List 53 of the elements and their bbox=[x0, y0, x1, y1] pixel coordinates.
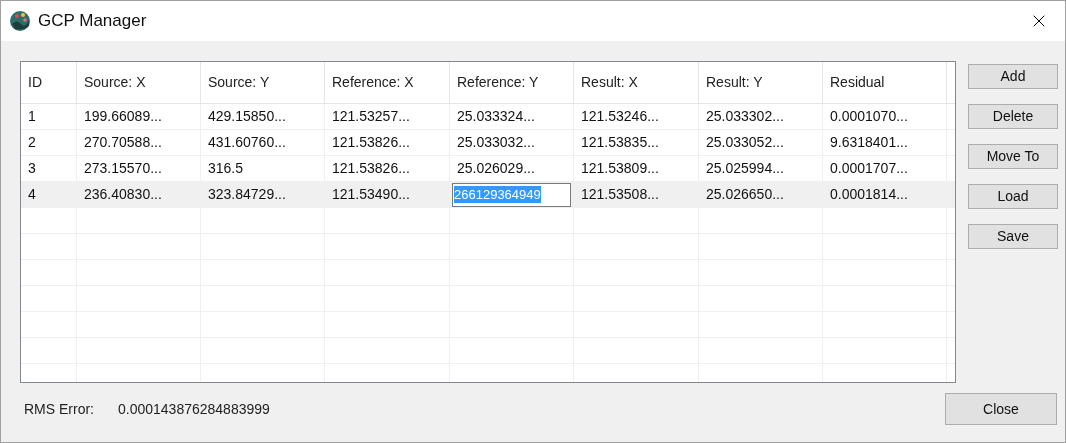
action-button[interactable]: Save bbox=[968, 224, 1058, 249]
action-button[interactable]: Delete bbox=[968, 104, 1058, 129]
table-cell-text: 0.0001814... bbox=[829, 185, 908, 204]
table-cell-text: 25.033052... bbox=[705, 133, 784, 152]
rms-label: RMS Error: bbox=[24, 399, 94, 419]
column-header[interactable]: Reference: Y bbox=[450, 62, 574, 103]
table-cell-text: 273.15570... bbox=[83, 159, 162, 178]
table-cell-text: 25.026650... bbox=[705, 185, 784, 204]
table-cell-text: 121.53257... bbox=[331, 107, 410, 126]
table-row[interactable]: 3 273.15570... 316.5 121.53826... 25.026029... 121.53809... 25.025994... 0.0001707... bbox=[21, 156, 955, 182]
table-cell-text: 25.033032... bbox=[456, 133, 535, 152]
column-header[interactable]: Source: X bbox=[77, 62, 201, 103]
table-cell-text: 199.66089... bbox=[83, 107, 162, 126]
column-header[interactable]: Result: Y bbox=[699, 62, 823, 103]
column-header[interactable]: Source: Y bbox=[201, 62, 325, 103]
table-cell-text: 4 bbox=[27, 185, 36, 204]
table-cell-text: 25.025994... bbox=[705, 159, 784, 178]
table-cell-text: 121.53826... bbox=[331, 133, 410, 152]
table-cell-text: 0.0001707... bbox=[829, 159, 908, 178]
table-cell-text: 25.026029... bbox=[456, 159, 535, 178]
table-cell-text: 236.40830... bbox=[83, 185, 162, 204]
table-cell-text: 3 bbox=[27, 159, 36, 178]
table-row[interactable]: 2 270.70588... 431.60760... 121.53826... 25.033032... 121.53835... 25.033052... 9.6318401... bbox=[21, 130, 955, 156]
table-cell-text: 121.53490... bbox=[331, 185, 410, 204]
table-row[interactable]: 4 236.40830... 323.84729... 121.53490... 266129364949 121.53508... 25.026650... 0.0001814... bbox=[21, 182, 955, 208]
table-cell-text: 121.53835... bbox=[580, 133, 659, 152]
table-cell-text: 316.5 bbox=[207, 159, 244, 178]
table-cell-text: 323.84729... bbox=[207, 185, 286, 204]
table-cell-text: 0.0001070... bbox=[829, 107, 908, 126]
table-cell-text: 270.70588... bbox=[83, 133, 162, 152]
rms-value: 0.000143876284883999 bbox=[118, 399, 270, 419]
column-header[interactable]: Result: X bbox=[574, 62, 699, 103]
column-header[interactable]: Reference: X bbox=[325, 62, 450, 103]
globe-icon bbox=[9, 10, 31, 32]
action-button[interactable]: Move To bbox=[968, 144, 1058, 169]
column-header[interactable]: ID bbox=[21, 62, 77, 103]
table-cell-text: 9.6318401... bbox=[829, 133, 908, 152]
action-button[interactable]: Load bbox=[968, 184, 1058, 209]
table-cell-text: 121.53826... bbox=[331, 159, 410, 178]
table-cell-text: 121.53508... bbox=[580, 185, 659, 204]
action-button[interactable]: Add bbox=[968, 64, 1058, 89]
table-cell-text: 1 bbox=[27, 107, 36, 126]
table-cell-text: 431.60760... bbox=[207, 133, 286, 152]
table-row[interactable]: 1 199.66089... 429.15850... 121.53257... 25.033324... 121.53246... 25.033302... 0.0001070... bbox=[21, 104, 955, 130]
table-cell-text: 25.033302... bbox=[705, 107, 784, 126]
column-header[interactable]: Residual bbox=[823, 62, 947, 103]
table-cell-text: 429.15850... bbox=[207, 107, 286, 126]
close-button[interactable]: Close bbox=[945, 393, 1057, 425]
table-cell-text: 121.53246... bbox=[580, 107, 659, 126]
window-title: GCP Manager bbox=[38, 10, 147, 33]
table-cell-text: 121.53809... bbox=[580, 159, 659, 178]
table-cell-text: 25.033324... bbox=[456, 107, 535, 126]
table-cell-text: 2 bbox=[27, 133, 36, 152]
